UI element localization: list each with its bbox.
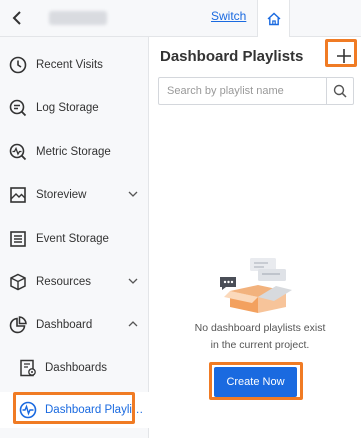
sidebar-item-label: Dashboard Playli… [45, 404, 144, 416]
storeview-icon [10, 187, 26, 203]
sidebar-item-metric-storage[interactable]: Metric Storage [0, 134, 149, 170]
clock-icon [9, 56, 27, 74]
project-name-blurred [49, 11, 107, 25]
empty-state-line-1: No dashboard playlists exist [194, 322, 326, 334]
search-input[interactable] [159, 78, 327, 104]
sidebar-item-dashboards[interactable]: Dashboards [0, 350, 149, 386]
sidebar-item-dashboard-playlists[interactable]: Dashboard Playli… [0, 392, 149, 428]
switch-link[interactable]: Switch [211, 9, 246, 23]
sidebar-item-resources[interactable]: Resources [0, 264, 149, 300]
sidebar-item-label: Event Storage [36, 233, 109, 245]
log-search-icon [9, 99, 27, 117]
sidebar-item-label: Dashboard [36, 319, 93, 331]
home-tab[interactable] [257, 0, 290, 38]
sidebar-item-label: Metric Storage [36, 146, 111, 158]
sidebar-item-event-storage[interactable]: Event Storage [0, 221, 149, 257]
search-icon [333, 84, 347, 98]
metric-search-icon [9, 143, 27, 161]
sidebar-item-storeview[interactable]: Storeview [0, 177, 149, 213]
sidebar-item-dashboard[interactable]: Dashboard [0, 307, 149, 343]
back-arrow-icon[interactable] [10, 9, 26, 27]
sidebar-item-label: Resources [36, 276, 91, 288]
search-button[interactable] [326, 78, 353, 104]
sidebar-item-label: Dashboards [45, 362, 108, 374]
sidebar-item-label: Storeview [36, 189, 87, 201]
event-list-icon [10, 231, 26, 247]
add-playlist-button[interactable] [330, 42, 358, 70]
dashboard-settings-icon [20, 359, 36, 377]
chevron-up-icon [128, 321, 138, 327]
home-icon [267, 12, 280, 26]
empty-state-message: No dashboard playlists exist in the curr… [180, 320, 340, 354]
plus-icon [337, 49, 351, 63]
page-title: Dashboard Playlists [160, 48, 304, 65]
pie-chart-icon [9, 316, 27, 334]
create-now-button[interactable]: Create Now [214, 367, 297, 397]
chevron-down-icon [128, 278, 138, 284]
playlist-pulse-icon [19, 401, 37, 419]
search-box [158, 77, 354, 105]
sidebar-item-log-storage[interactable]: Log Storage [0, 90, 149, 126]
chevron-down-icon [128, 191, 138, 197]
main-panel: Dashboard Playlists No dashboard playlis… [150, 37, 361, 438]
empty-state-line-2: in the current project. [210, 339, 310, 351]
sidebar: Recent Visits Log Storage Metric Storage… [0, 37, 149, 438]
sidebar-item-label: Log Storage [36, 102, 99, 114]
sidebar-item-label: Recent Visits [36, 59, 103, 71]
cube-icon [10, 273, 26, 291]
top-bar: Switch [0, 0, 361, 38]
sidebar-item-recent-visits[interactable]: Recent Visits [0, 47, 149, 83]
empty-box-illustration [220, 258, 292, 313]
